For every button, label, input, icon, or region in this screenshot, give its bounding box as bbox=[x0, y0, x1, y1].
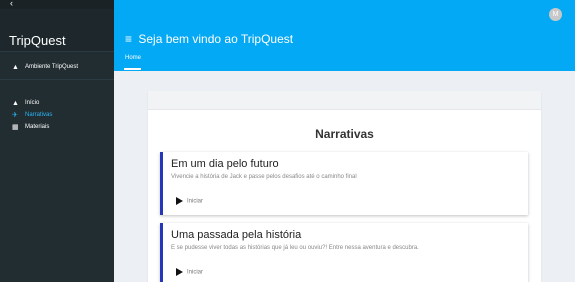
section-title: Narrativas bbox=[315, 127, 374, 141]
tab-home[interactable]: Home bbox=[125, 55, 141, 61]
story-description: Vivencie a história de Jack e passe pelo… bbox=[171, 174, 357, 180]
sidebar-item-inicio[interactable]: ▲ Início bbox=[0, 98, 114, 110]
start-button[interactable]: Iniciar bbox=[176, 268, 203, 278]
airplane-icon: ✈ bbox=[12, 112, 18, 119]
sidebar-item-narrativas[interactable]: ✈ Narrativas bbox=[0, 110, 114, 122]
brand-title: TripQuest bbox=[9, 33, 66, 48]
avatar[interactable]: M bbox=[549, 8, 562, 21]
home-icon: ▲ bbox=[12, 64, 19, 71]
sidebar-item-label: Narrativas bbox=[25, 112, 53, 118]
home-icon: ▲ bbox=[12, 100, 19, 107]
back-icon[interactable]: ‹ bbox=[10, 0, 13, 8]
start-button[interactable]: Iniciar bbox=[176, 197, 203, 207]
welcome-text: Seja bem vindo ao TripQuest bbox=[138, 32, 294, 46]
tab-indicator bbox=[124, 68, 141, 70]
start-button-label: Iniciar bbox=[187, 198, 204, 205]
story-card: Uma passada pela história E se pudesse v… bbox=[160, 223, 528, 282]
story-card: Em um dia pelo futuro Vivencie a históri… bbox=[160, 152, 528, 215]
sidebar: ‹ TripQuest ▲ Ambiente TripQuest ▲ Iníci… bbox=[0, 0, 114, 282]
sidebar-top-strip: ‹ bbox=[0, 0, 114, 9]
sidebar-environment[interactable]: ▲ Ambiente TripQuest bbox=[0, 53, 114, 80]
card-header bbox=[148, 91, 541, 110]
menu-icon[interactable]: ≡ bbox=[125, 32, 132, 46]
story-title: Uma passada pela história bbox=[171, 229, 302, 241]
start-button-label: Iniciar bbox=[187, 269, 204, 276]
play-icon bbox=[176, 268, 183, 276]
sidebar-item-materiais[interactable]: ▦ Materiais bbox=[0, 122, 114, 134]
sidebar-item-label: Materiais bbox=[25, 124, 50, 130]
play-icon bbox=[176, 197, 183, 205]
document-icon: ▦ bbox=[12, 124, 19, 131]
story-description: E se pudesse viver todas as histórias qu… bbox=[171, 245, 419, 251]
environment-label: Ambiente TripQuest bbox=[25, 64, 79, 70]
sidebar-brand[interactable]: TripQuest bbox=[0, 9, 114, 52]
story-title: Em um dia pelo futuro bbox=[171, 158, 279, 170]
top-strip bbox=[114, 0, 575, 9]
page-title: ≡ Seja bem vindo ao TripQuest bbox=[125, 32, 293, 46]
sidebar-item-label: Início bbox=[25, 100, 40, 106]
